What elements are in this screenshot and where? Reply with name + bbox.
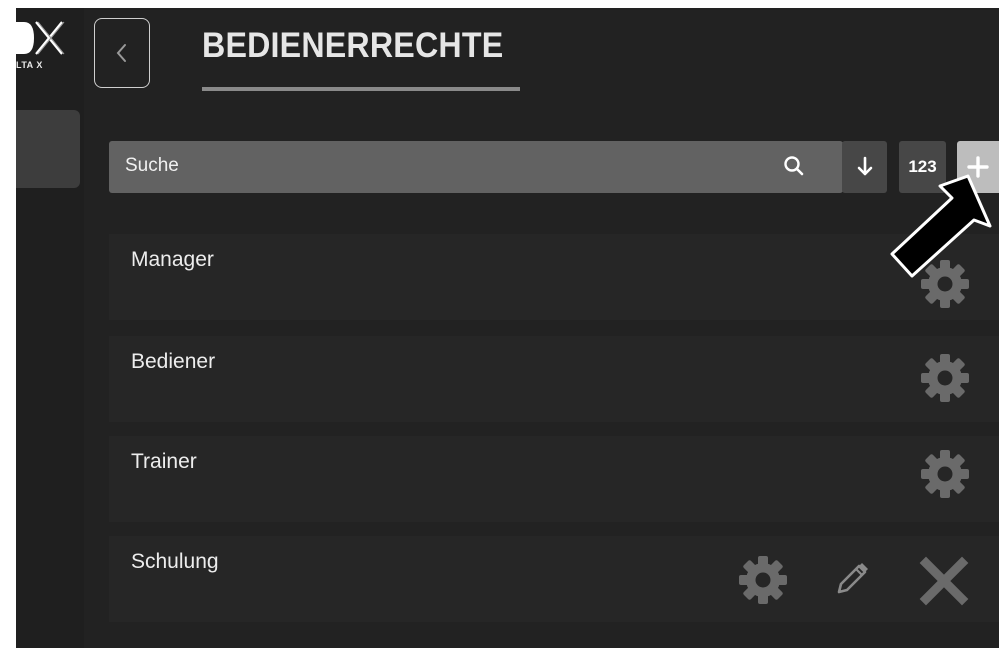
list-item-label: Trainer	[131, 450, 197, 473]
chevron-left-icon	[116, 44, 126, 62]
app-screen: LTA X BEDIENERRECHTE Suche 123 Manager B…	[16, 0, 999, 650]
list-item-label: Schulung	[131, 550, 219, 573]
list-item-schulung[interactable]: Schulung	[109, 536, 999, 622]
gear-icon[interactable]	[735, 552, 791, 608]
list-item-label: Bediener	[131, 350, 216, 373]
frame-top	[0, 0, 999, 8]
side-rail: LTA X	[16, 0, 84, 650]
pencil-icon[interactable]	[829, 556, 875, 602]
close-icon[interactable]	[917, 554, 971, 608]
page-title: BEDIENERRECHTE	[202, 26, 504, 65]
search-icon[interactable]	[781, 153, 807, 179]
logo-mark-icon	[16, 21, 65, 55]
list-item-bediener[interactable]: Bediener	[109, 336, 999, 422]
gear-icon[interactable]	[917, 446, 973, 502]
back-button[interactable]	[94, 18, 150, 88]
pointer-arrow-icon	[890, 174, 992, 278]
search-placeholder: Suche	[125, 155, 179, 176]
search-input[interactable]: Suche	[109, 141, 843, 193]
arrow-down-icon	[857, 156, 872, 176]
title-underline	[202, 87, 520, 91]
list-item-manager[interactable]: Manager	[109, 234, 999, 320]
logo-subtitle: LTA X	[16, 60, 43, 70]
list-item-label: Manager	[131, 248, 214, 271]
app-logo: LTA X	[16, 14, 76, 74]
gear-icon[interactable]	[917, 350, 973, 406]
side-rail-tab[interactable]	[16, 110, 80, 188]
list-item-trainer[interactable]: Trainer	[109, 436, 999, 522]
